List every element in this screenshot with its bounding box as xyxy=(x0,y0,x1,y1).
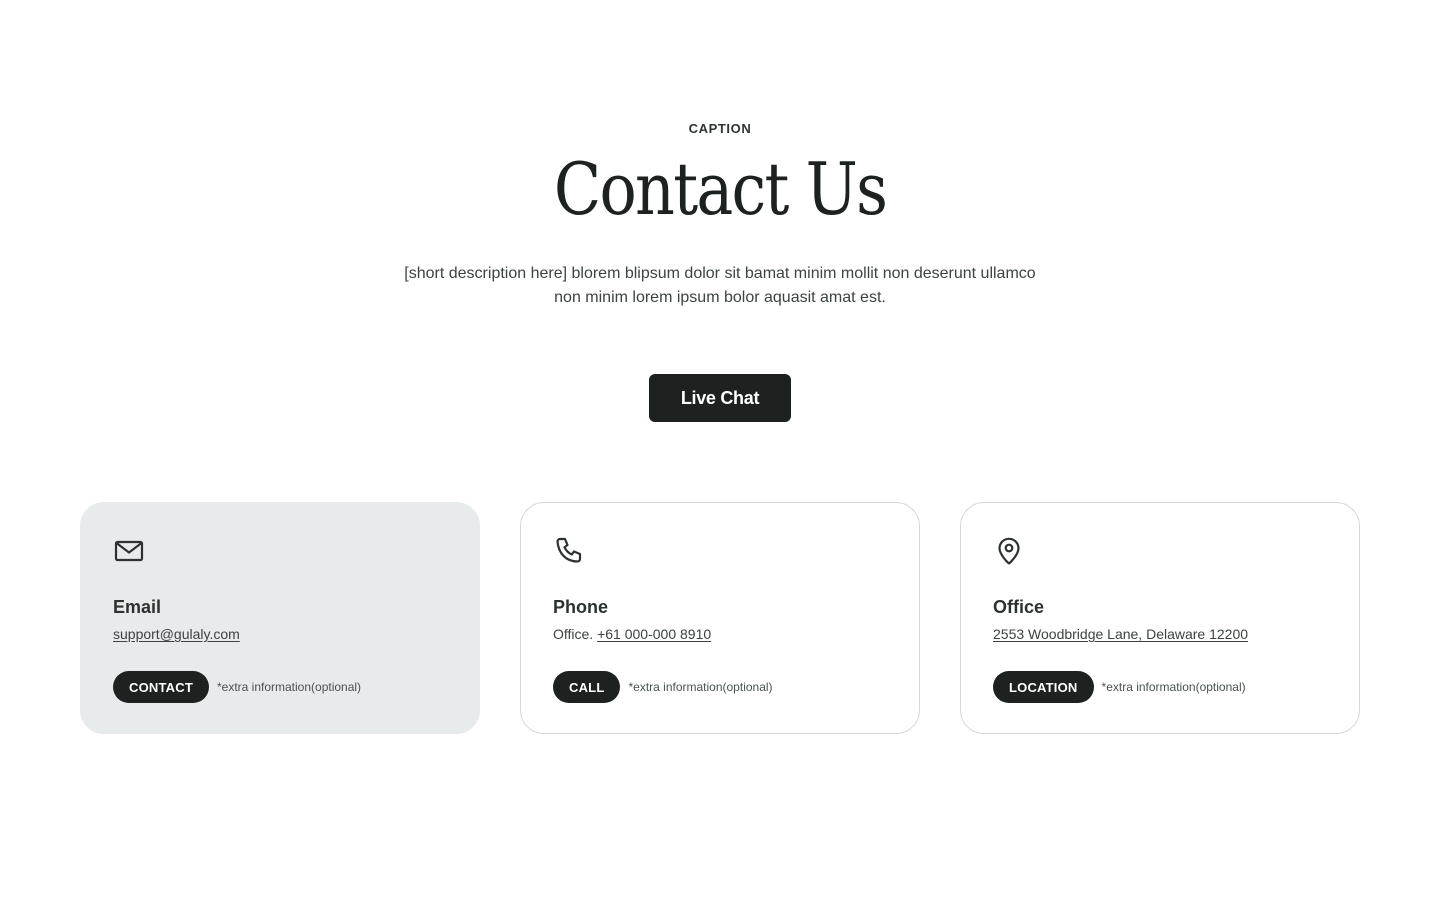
email-line: support@gulaly.com xyxy=(113,626,240,642)
phone-link[interactable]: +61 000-000 8910 xyxy=(597,626,711,642)
live-chat-button[interactable]: Live Chat xyxy=(649,374,791,422)
contact-page: CAPTION Contact Us [short description he… xyxy=(0,0,1440,900)
page-description: [short description here] blorem blipsum … xyxy=(404,265,1036,306)
email-extra-info: *extra information(optional) xyxy=(216,680,362,694)
phone-prefix: Office. xyxy=(553,626,598,642)
office-footer: LOCATION *extra information(optional) xyxy=(993,671,1246,703)
email-link[interactable]: support@gulaly.com xyxy=(113,626,240,642)
contact-button[interactable]: CONTACT xyxy=(113,671,209,703)
phone-extra-info: *extra information(optional) xyxy=(628,680,773,694)
phone-heading: Phone xyxy=(553,597,609,617)
mail-icon xyxy=(113,535,145,567)
office-address-link[interactable]: 2553 Woodbridge Lane, Delaware 12200 xyxy=(993,626,1248,642)
email-heading: Email xyxy=(113,597,162,617)
phone-footer: CALL *extra information(optional) xyxy=(553,671,773,703)
office-card: Office 2553 Woodbridge Lane, Delaware 12… xyxy=(960,502,1360,734)
office-heading: Office xyxy=(993,597,1045,617)
phone-card: Phone Office. +61 000-000 8910 CALL *ext… xyxy=(520,502,920,734)
contact-cards: Email support@gulaly.com CONTACT *extra … xyxy=(80,502,1360,734)
call-button[interactable]: CALL xyxy=(553,671,621,703)
phone-icon xyxy=(553,535,585,567)
email-card: Email support@gulaly.com CONTACT *extra … xyxy=(80,502,480,734)
office-extra-info: *extra information(optional) xyxy=(1101,680,1246,694)
office-line: 2553 Woodbridge Lane, Delaware 12200 xyxy=(993,626,1248,642)
location-button[interactable]: LOCATION xyxy=(993,671,1094,703)
email-footer: CONTACT *extra information(optional) xyxy=(113,671,361,703)
section-caption: CAPTION xyxy=(688,121,752,136)
page-title: Contact Us xyxy=(553,147,888,231)
map-pin-icon xyxy=(993,535,1025,567)
phone-line: Office. +61 000-000 8910 xyxy=(553,626,711,642)
